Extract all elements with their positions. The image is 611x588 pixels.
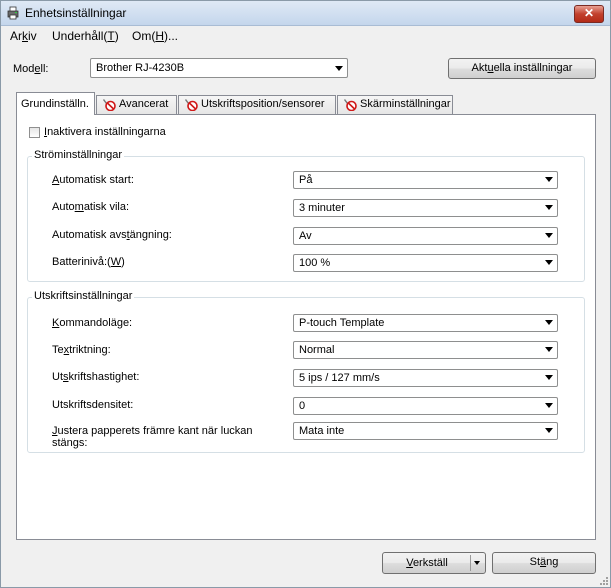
adjust-front-edge-label: Justera papperets främre kant när luckan — [52, 425, 253, 437]
print-settings-title: Utskriftsinställningar — [32, 290, 135, 302]
split-divider — [470, 555, 471, 571]
model-select[interactable]: Brother RJ-4230B — [90, 58, 348, 78]
print-speed-select[interactable]: 5 ips / 127 mm/s — [293, 369, 558, 387]
chevron-down-icon — [545, 428, 553, 433]
battery-level-label: Batterinivå:(W) — [52, 256, 125, 268]
menu-bar: Arkiv Underhåll(T) Om(H)... — [1, 26, 610, 45]
close-icon: ✕ — [583, 6, 595, 20]
chevron-down-icon — [545, 177, 553, 182]
chevron-down-icon — [545, 403, 553, 408]
menu-about[interactable]: Om(H)... — [132, 29, 178, 43]
basic-settings-panel: Inaktivera inställningarna Ströminställn… — [16, 114, 596, 540]
tab-basic-settings[interactable]: Grundinställn. — [16, 92, 95, 115]
auto-start-select[interactable]: På — [293, 171, 558, 189]
close-button[interactable]: Stäng — [492, 552, 596, 574]
wrench-prohibited-icon — [344, 99, 357, 112]
battery-level-select[interactable]: 100 % — [293, 254, 558, 272]
tab-print-position-sensors[interactable]: Utskriftsposition/sensorer — [178, 95, 336, 114]
print-density-select[interactable]: 0 — [293, 397, 558, 415]
window-title: Enhetsinställningar — [25, 6, 127, 20]
text-direction-select[interactable]: Normal — [293, 341, 558, 359]
chevron-down-icon — [545, 375, 553, 380]
menu-maintenance[interactable]: Underhåll(T) — [52, 29, 119, 43]
tab-advanced[interactable]: Avancerat — [96, 95, 177, 114]
auto-start-label: Automatisk start: — [52, 174, 134, 186]
command-mode-select[interactable]: P-touch Template — [293, 314, 558, 332]
disable-settings-label: Inaktivera inställningarna — [44, 126, 166, 138]
wrench-prohibited-icon — [103, 99, 116, 112]
close-window-button[interactable]: ✕ — [574, 5, 604, 23]
printer-app-icon — [7, 6, 19, 20]
adjust-front-edge-select[interactable]: Mata inte — [293, 422, 558, 440]
chevron-down-icon — [335, 66, 343, 71]
model-label: Modell: — [13, 63, 49, 75]
adjust-front-edge-label-line2: stängs: — [52, 437, 88, 449]
power-settings-title: Ströminställningar — [32, 149, 125, 161]
current-settings-button[interactable]: Aktuella inställningar — [448, 58, 596, 79]
command-mode-label: Kommandoläge: — [52, 317, 133, 329]
chevron-down-icon — [545, 320, 553, 325]
auto-sleep-label: Automatisk vila: — [52, 201, 130, 213]
print-speed-label: Utskriftshastighet: — [52, 371, 140, 383]
auto-power-off-select[interactable]: Av — [293, 227, 558, 245]
chevron-down-icon — [545, 347, 553, 352]
apply-button[interactable]: Verkställ — [382, 552, 486, 574]
title-bar: Enhetsinställningar ✕ — [1, 1, 610, 26]
print-density-label: Utskriftsdensitet: — [52, 399, 134, 411]
dropdown-arrow-icon[interactable] — [474, 561, 480, 565]
settings-window: Enhetsinställningar ✕ Arkiv Underhåll(T)… — [0, 0, 611, 588]
resize-grip-icon[interactable] — [599, 576, 609, 586]
text-direction-label: Textriktning: — [52, 344, 111, 356]
chevron-down-icon — [545, 260, 553, 265]
disable-settings-checkbox[interactable] — [29, 127, 40, 138]
auto-sleep-select[interactable]: 3 minuter — [293, 199, 558, 217]
chevron-down-icon — [545, 233, 553, 238]
chevron-down-icon — [545, 205, 553, 210]
auto-power-off-label: Automatisk avstängning: — [52, 229, 172, 241]
wrench-prohibited-icon — [185, 99, 198, 112]
tab-display-settings[interactable]: Skärminställningar — [337, 95, 453, 114]
menu-file[interactable]: Arkiv — [10, 29, 37, 43]
